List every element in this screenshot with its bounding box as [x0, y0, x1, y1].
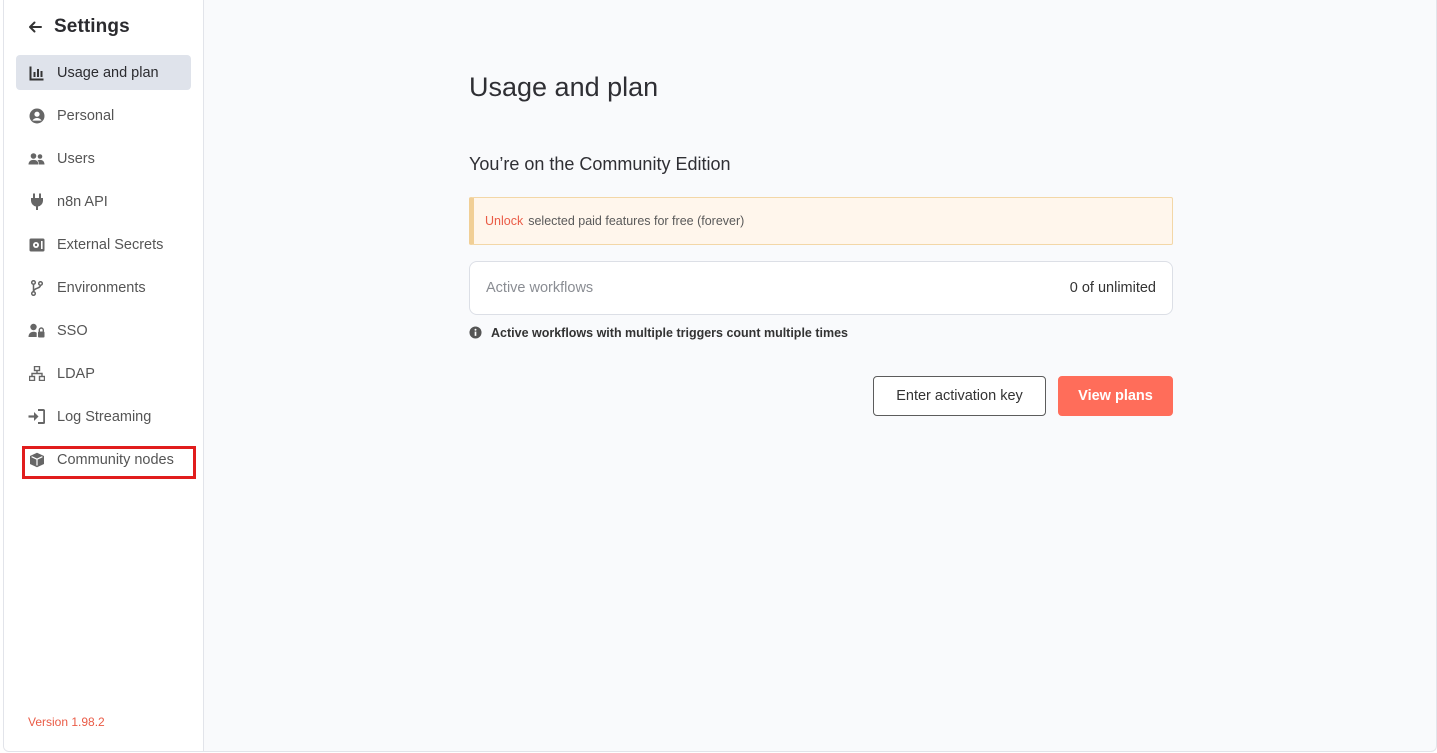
- sign-in-icon: [28, 408, 45, 425]
- cube-icon: [28, 451, 45, 468]
- info-circle-icon: [469, 326, 483, 340]
- active-workflows-card: Active workflows 0 of unlimited: [469, 261, 1173, 315]
- page-title: Usage and plan: [469, 72, 659, 102]
- note-text: Active workflows with multiple triggers …: [491, 326, 848, 340]
- workflow-count-note: Active workflows with multiple triggers …: [469, 326, 848, 340]
- sidebar-item-label: Log Streaming: [57, 408, 152, 425]
- sidebar-item-label: Environments: [57, 279, 146, 296]
- sidebar-item-label: n8n API: [57, 193, 108, 210]
- sidebar-item-users[interactable]: Users: [16, 141, 191, 176]
- settings-sidebar: Settings Usage and plan Personal Users n…: [4, 0, 204, 751]
- chart-bar-icon: [28, 64, 45, 81]
- sidebar-item-usage-and-plan[interactable]: Usage and plan: [16, 55, 191, 90]
- settings-nav: Usage and plan Personal Users n8n API Ex…: [16, 55, 191, 485]
- sidebar-item-label: Users: [57, 150, 95, 167]
- sidebar-item-external-secrets[interactable]: External Secrets: [16, 227, 191, 262]
- sidebar-item-ldap[interactable]: LDAP: [16, 356, 191, 391]
- sidebar-item-label: Personal: [57, 107, 115, 124]
- callout-text: selected paid features for free (forever…: [528, 214, 745, 228]
- sidebar-item-label: SSO: [57, 322, 88, 339]
- active-workflows-value: 0 of unlimited: [1069, 280, 1156, 296]
- sidebar-item-label: LDAP: [57, 365, 95, 382]
- sidebar-item-personal[interactable]: Personal: [16, 98, 191, 133]
- sidebar-item-label: Usage and plan: [57, 64, 159, 81]
- active-workflows-label: Active workflows: [486, 280, 594, 296]
- unlock-link[interactable]: Unlock: [485, 214, 523, 228]
- user-group-icon: [28, 150, 45, 167]
- code-branch-icon: [28, 279, 45, 296]
- vault-icon: [28, 236, 45, 253]
- sidebar-item-log-streaming[interactable]: Log Streaming: [16, 399, 191, 434]
- edition-heading: You’re on the Community Edition: [469, 154, 731, 174]
- user-circle-icon: [28, 107, 45, 124]
- sidebar-item-n8n-api[interactable]: n8n API: [16, 184, 191, 219]
- sidebar-item-sso[interactable]: SSO: [16, 313, 191, 348]
- sidebar-item-environments[interactable]: Environments: [16, 270, 191, 305]
- arrow-left-icon: [26, 18, 44, 36]
- user-lock-icon: [28, 322, 45, 339]
- unlock-callout: Unlock selected paid features for free (…: [469, 197, 1173, 245]
- sidebar-title: Settings: [54, 16, 130, 37]
- version-label: Version 1.98.2: [28, 715, 105, 729]
- network-wired-icon: [28, 365, 45, 382]
- sidebar-item-community-nodes[interactable]: Community nodes: [16, 442, 191, 477]
- view-plans-button[interactable]: View plans: [1058, 376, 1173, 416]
- enter-activation-key-button[interactable]: Enter activation key: [873, 376, 1046, 416]
- sidebar-item-label: External Secrets: [57, 236, 164, 253]
- back-to-app-link[interactable]: Settings: [26, 14, 130, 40]
- plug-icon: [28, 193, 45, 210]
- app-window: Settings Usage and plan Personal Users n…: [3, 0, 1437, 752]
- sidebar-item-label: Community nodes: [57, 451, 174, 468]
